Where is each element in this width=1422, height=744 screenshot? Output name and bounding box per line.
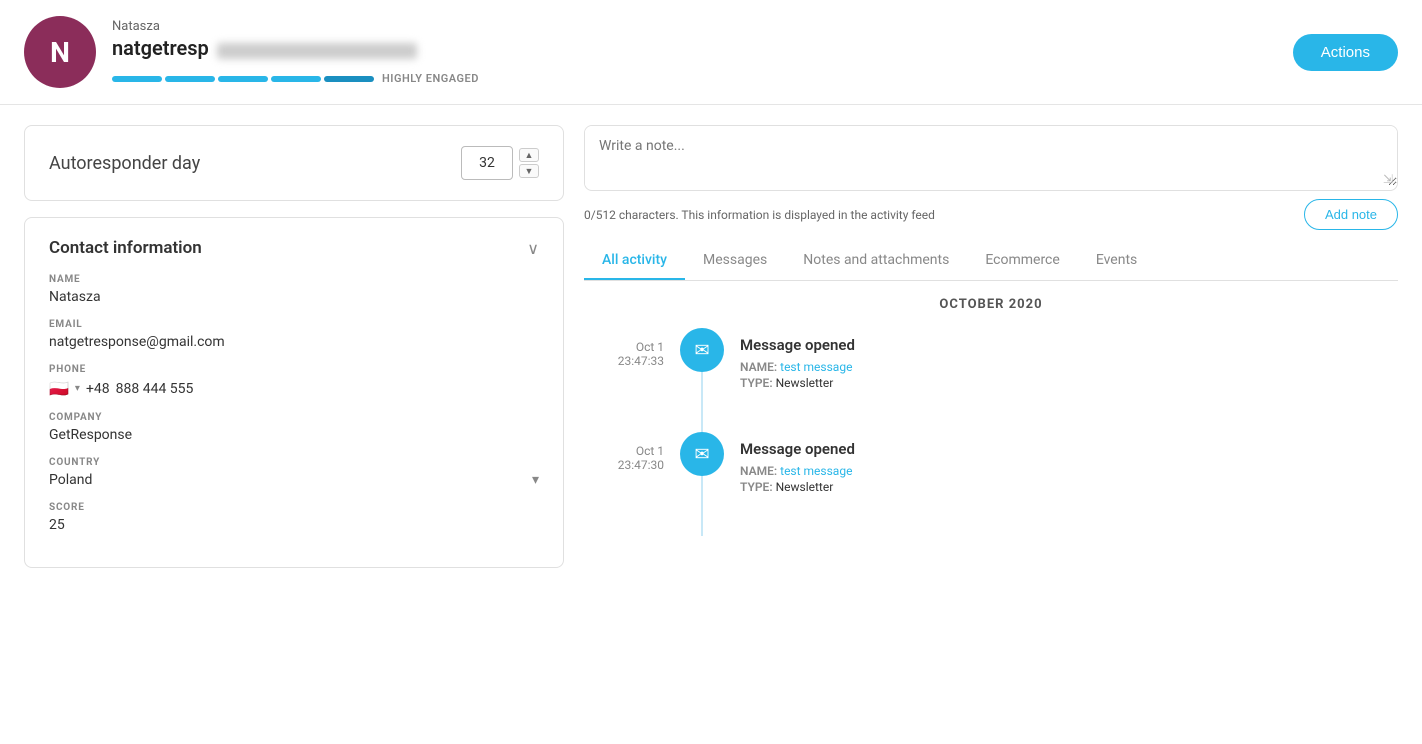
activity-item-2: Oct 1 23:47:30 ✉ Message opened NAME: te…	[584, 432, 1398, 536]
header: N Natasza natgetresp HIGHLY ENGAGED Acti…	[0, 0, 1422, 105]
activity-date-2: Oct 1	[584, 444, 664, 458]
autoresponder-card: Autoresponder day 32 ▲ ▼	[24, 125, 564, 201]
stepper-value[interactable]: 32	[461, 146, 513, 180]
phone-dropdown-icon[interactable]: ▾	[75, 383, 80, 394]
name-label: NAME	[49, 274, 539, 285]
phone-label: PHONE	[49, 364, 539, 375]
tab-events[interactable]: Events	[1078, 242, 1155, 280]
header-info: Natasza natgetresp HIGHLY ENGAGED	[112, 19, 1293, 85]
activity-feed: OCTOBER 2020 Oct 1 23:47:33 ✉ Message op…	[584, 297, 1398, 699]
country-row: Poland ▾	[49, 472, 539, 488]
country-dropdown-icon[interactable]: ▾	[532, 472, 539, 488]
activity-name-1: NAME: test message	[740, 360, 1398, 374]
type-value-1: Newsletter	[776, 376, 834, 390]
name-link-2[interactable]: test message	[780, 464, 852, 478]
autoresponder-stepper[interactable]: 32 ▲ ▼	[461, 146, 539, 180]
contact-collapse-icon[interactable]: ∨	[527, 239, 539, 258]
field-name: NAME Natasza	[49, 274, 539, 305]
activity-line-2	[701, 476, 703, 536]
autoresponder-label: Autoresponder day	[49, 153, 200, 174]
bar-3	[218, 76, 268, 82]
contact-title: Contact information	[49, 238, 202, 258]
country-label: COUNTRY	[49, 457, 539, 468]
phone-flag: 🇵🇱	[49, 379, 69, 398]
phone-number: 888 444 555	[116, 381, 194, 397]
name-label-1: NAME:	[740, 360, 777, 374]
activity-timeline-1: ✉	[680, 328, 724, 432]
company-label: COMPANY	[49, 412, 539, 423]
main-layout: Autoresponder day 32 ▲ ▼ Contact informa…	[0, 105, 1422, 719]
activity-type-1: TYPE: Newsletter	[740, 376, 1398, 390]
month-header: OCTOBER 2020	[584, 297, 1398, 312]
actions-button[interactable]: Actions	[1293, 34, 1398, 71]
note-area-container: ⇲	[584, 125, 1398, 191]
contact-info-card: Contact information ∨ NAME Natasza EMAIL…	[24, 217, 564, 568]
activity-time-2: Oct 1 23:47:30	[584, 432, 664, 472]
stepper-arrows: ▲ ▼	[519, 148, 539, 178]
name-value: Natasza	[49, 289, 539, 305]
header-name-small: Natasza	[112, 19, 1293, 34]
tab-messages[interactable]: Messages	[685, 242, 785, 280]
activity-time-1: Oct 1 23:47:33	[584, 328, 664, 368]
tab-ecommerce[interactable]: Ecommerce	[967, 242, 1077, 280]
bar-5	[324, 76, 374, 82]
email-value: natgetresponse@gmail.com	[49, 334, 539, 350]
note-char-count: 0/512 characters. This information is di…	[584, 208, 935, 222]
contact-header: Contact information ∨	[49, 238, 539, 258]
activity-title-2: Message opened	[740, 440, 1398, 458]
name-label-2: NAME:	[740, 464, 777, 478]
type-label-1: TYPE:	[740, 376, 773, 390]
avatar: N	[24, 16, 96, 88]
tabs-row: All activity Messages Notes and attachme…	[584, 242, 1398, 281]
phone-row: 🇵🇱 ▾ +48 888 444 555	[49, 379, 539, 398]
score-value: 25	[49, 517, 539, 533]
field-company: COMPANY GetResponse	[49, 412, 539, 443]
activity-content-1: Message opened NAME: test message TYPE: …	[740, 328, 1398, 392]
activity-icon-2: ✉	[680, 432, 724, 476]
activity-icon-1: ✉	[680, 328, 724, 372]
company-value: GetResponse	[49, 427, 539, 443]
activity-timestamp-1: 23:47:33	[584, 354, 664, 368]
engagement-label: HIGHLY ENGAGED	[382, 72, 479, 85]
email-blur	[217, 43, 417, 59]
tab-all-activity[interactable]: All activity	[584, 242, 685, 280]
engagement-row: HIGHLY ENGAGED	[112, 72, 1293, 85]
activity-timeline-2: ✉	[680, 432, 724, 536]
field-country: COUNTRY Poland ▾	[49, 457, 539, 488]
add-note-button[interactable]: Add note	[1304, 199, 1398, 230]
field-phone: PHONE 🇵🇱 ▾ +48 888 444 555	[49, 364, 539, 398]
left-panel: Autoresponder day 32 ▲ ▼ Contact informa…	[24, 125, 564, 699]
resize-handle-icon: ⇲	[1383, 172, 1393, 186]
type-value-2: Newsletter	[776, 480, 834, 494]
activity-date-1: Oct 1	[584, 340, 664, 354]
type-label-2: TYPE:	[740, 480, 773, 494]
activity-content-2: Message opened NAME: test message TYPE: …	[740, 432, 1398, 496]
email-label: EMAIL	[49, 319, 539, 330]
field-email: EMAIL natgetresponse@gmail.com	[49, 319, 539, 350]
autoresponder-row: Autoresponder day 32 ▲ ▼	[49, 146, 539, 180]
stepper-down[interactable]: ▼	[519, 164, 539, 178]
activity-title-1: Message opened	[740, 336, 1398, 354]
name-link-1[interactable]: test message	[780, 360, 852, 374]
activity-line-1	[701, 372, 703, 432]
engagement-bars	[112, 76, 374, 82]
bar-4	[271, 76, 321, 82]
activity-name-2: NAME: test message	[740, 464, 1398, 478]
activity-item: Oct 1 23:47:33 ✉ Message opened NAME: te…	[584, 328, 1398, 432]
stepper-up[interactable]: ▲	[519, 148, 539, 162]
activity-type-2: TYPE: Newsletter	[740, 480, 1398, 494]
tab-notes-attachments[interactable]: Notes and attachments	[785, 242, 967, 280]
phone-prefix: +48	[86, 381, 110, 397]
bar-2	[165, 76, 215, 82]
right-panel: ⇲ 0/512 characters. This information is …	[584, 125, 1398, 699]
activity-timestamp-2: 23:47:30	[584, 458, 664, 472]
score-label: SCORE	[49, 502, 539, 513]
country-value: Poland	[49, 472, 92, 488]
bar-1	[112, 76, 162, 82]
note-bottom-row: 0/512 characters. This information is di…	[584, 199, 1398, 230]
header-name-big: natgetresp	[112, 36, 209, 60]
field-score: SCORE 25	[49, 502, 539, 533]
note-textarea[interactable]	[585, 126, 1397, 186]
